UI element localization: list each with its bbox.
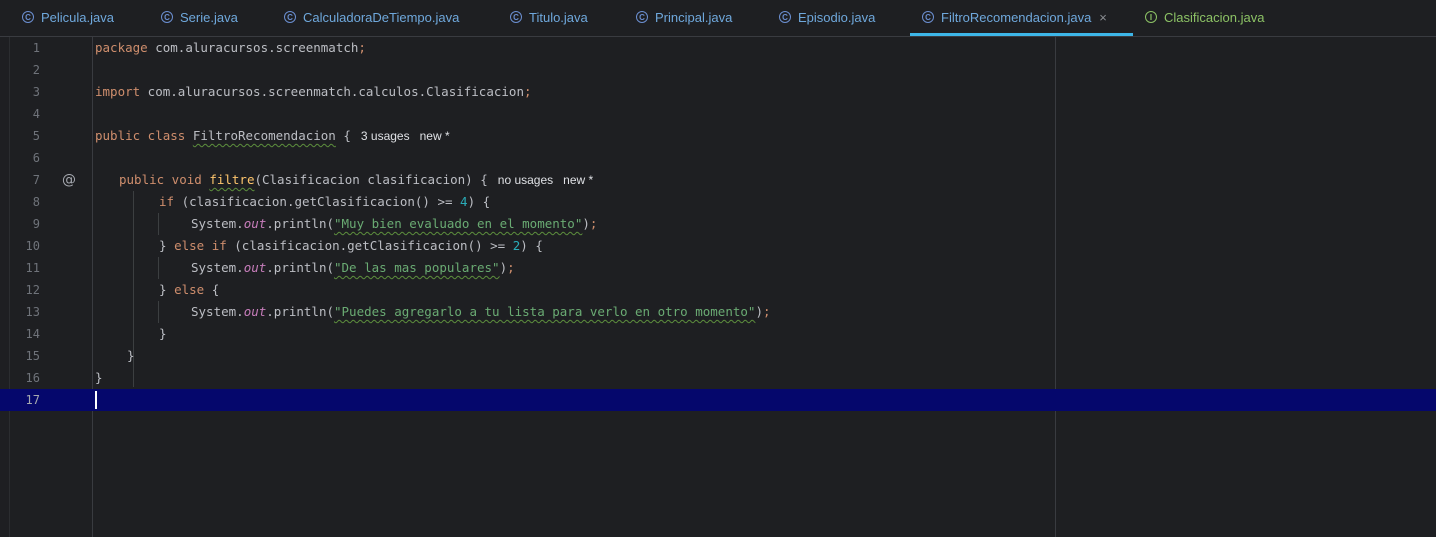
active-tab-indicator	[910, 33, 1133, 36]
line-number: 9	[32, 217, 40, 231]
tab-label: CalculadoraDeTiempo.java	[303, 9, 460, 25]
code-text[interactable]: if (clasificacion.getClasificacion() >= …	[159, 191, 490, 213]
tab-label: Episodio.java	[798, 9, 876, 25]
code-text[interactable]: public class FiltroRecomendacion {3 usag…	[95, 125, 450, 147]
editor-tab-bar: C Pelicula.java C Serie.java C Calculado…	[0, 0, 1436, 37]
code-text[interactable]: System.out.println("Puedes agregarlo a t…	[191, 301, 771, 323]
tab-label: Clasificacion.java	[1164, 9, 1265, 25]
code-text[interactable]: System.out.println("De las mas populares…	[191, 257, 515, 279]
tab-episodio[interactable]: C Episodio.java	[779, 0, 875, 34]
author-hint[interactable]: new *	[563, 173, 593, 187]
class-icon: C	[922, 11, 934, 23]
line-number: 10	[25, 239, 40, 253]
text-cursor	[95, 391, 97, 409]
code-editor[interactable]: 1 package com.aluracursos.screenmatch; 2…	[0, 37, 1436, 537]
tab-label: Pelicula.java	[41, 9, 114, 25]
usages-hint[interactable]: no usages	[498, 173, 553, 187]
code-line: 7 @ public void filtre(Clasificacion cla…	[0, 169, 1436, 191]
line-number: 4	[32, 107, 40, 121]
code-line: 15 }	[0, 345, 1436, 367]
code-line: 3 import com.aluracursos.screenmatch.cal…	[0, 81, 1436, 103]
class-icon: C	[510, 11, 522, 23]
line-number: 14	[25, 327, 40, 341]
code-text[interactable]: import com.aluracursos.screenmatch.calcu…	[95, 81, 532, 103]
code-line: 11 System.out.println("De las mas popula…	[0, 257, 1436, 279]
line-number: 15	[25, 349, 40, 363]
code-line: 4	[0, 103, 1436, 125]
code-line: 8 if (clasificacion.getClasificacion() >…	[0, 191, 1436, 213]
code-text[interactable]: System.out.println("Muy bien evaluado en…	[191, 213, 597, 235]
tab-filtro-recomendacion[interactable]: C FiltroRecomendacion.java ×	[922, 0, 1107, 34]
close-icon[interactable]: ×	[1099, 10, 1107, 25]
code-text[interactable]: } else if (clasificacion.getClasificacio…	[159, 235, 543, 257]
line-number: 8	[32, 195, 40, 209]
tab-label: Principal.java	[655, 9, 733, 25]
usages-hint[interactable]: 3 usages	[361, 129, 410, 143]
line-number: 13	[25, 305, 40, 319]
author-hint[interactable]: new *	[420, 129, 450, 143]
tab-principal[interactable]: C Principal.java	[636, 0, 732, 34]
code-line: 13 System.out.println("Puedes agregarlo …	[0, 301, 1436, 323]
tab-label: Serie.java	[180, 9, 238, 25]
code-text[interactable]: public void filtre(Clasificacion clasifi…	[119, 169, 593, 191]
class-icon: C	[22, 11, 34, 23]
tab-pelicula[interactable]: C Pelicula.java	[22, 0, 114, 34]
line-number: 5	[32, 129, 40, 143]
line-number: 17	[25, 393, 40, 407]
code-line: 16 }	[0, 367, 1436, 389]
code-text[interactable]: }	[127, 345, 135, 367]
line-number: 16	[25, 371, 40, 385]
code-line: 9 System.out.println("Muy bien evaluado …	[0, 213, 1436, 235]
interface-icon: I	[1145, 11, 1157, 23]
code-line: 1 package com.aluracursos.screenmatch;	[0, 37, 1436, 59]
line-number: 12	[25, 283, 40, 297]
tab-titulo[interactable]: C Titulo.java	[510, 0, 588, 34]
class-icon: C	[779, 11, 791, 23]
line-number: 1	[32, 41, 40, 55]
tab-label: FiltroRecomendacion.java	[941, 9, 1092, 25]
line-number: 11	[25, 261, 40, 275]
class-icon: C	[161, 11, 173, 23]
line-number: 6	[32, 151, 40, 165]
current-line: 17	[0, 389, 1436, 411]
tab-label: Titulo.java	[529, 9, 588, 25]
code-line: 2	[0, 59, 1436, 81]
code-line: 6	[0, 147, 1436, 169]
line-number: 3	[32, 85, 40, 99]
code-text[interactable]: }	[159, 323, 167, 345]
code-line: 12 } else {	[0, 279, 1436, 301]
line-number: 7	[32, 173, 40, 187]
code-text[interactable]: } else {	[159, 279, 219, 301]
class-icon: C	[284, 11, 296, 23]
code-line: 5 public class FiltroRecomendacion {3 us…	[0, 125, 1436, 147]
code-line: 10 } else if (clasificacion.getClasifica…	[0, 235, 1436, 257]
annotation-gutter-icon[interactable]: @	[62, 169, 76, 191]
run-class-icon: C	[636, 11, 648, 23]
tab-clasificacion[interactable]: I Clasificacion.java	[1145, 0, 1264, 34]
line-number: 2	[32, 63, 40, 77]
tab-calculadora-de-tiempo[interactable]: C CalculadoraDeTiempo.java	[284, 0, 459, 34]
code-line: 14 }	[0, 323, 1436, 345]
code-text[interactable]: }	[95, 367, 103, 389]
tab-serie[interactable]: C Serie.java	[161, 0, 238, 34]
code-text[interactable]: package com.aluracursos.screenmatch;	[95, 37, 366, 59]
